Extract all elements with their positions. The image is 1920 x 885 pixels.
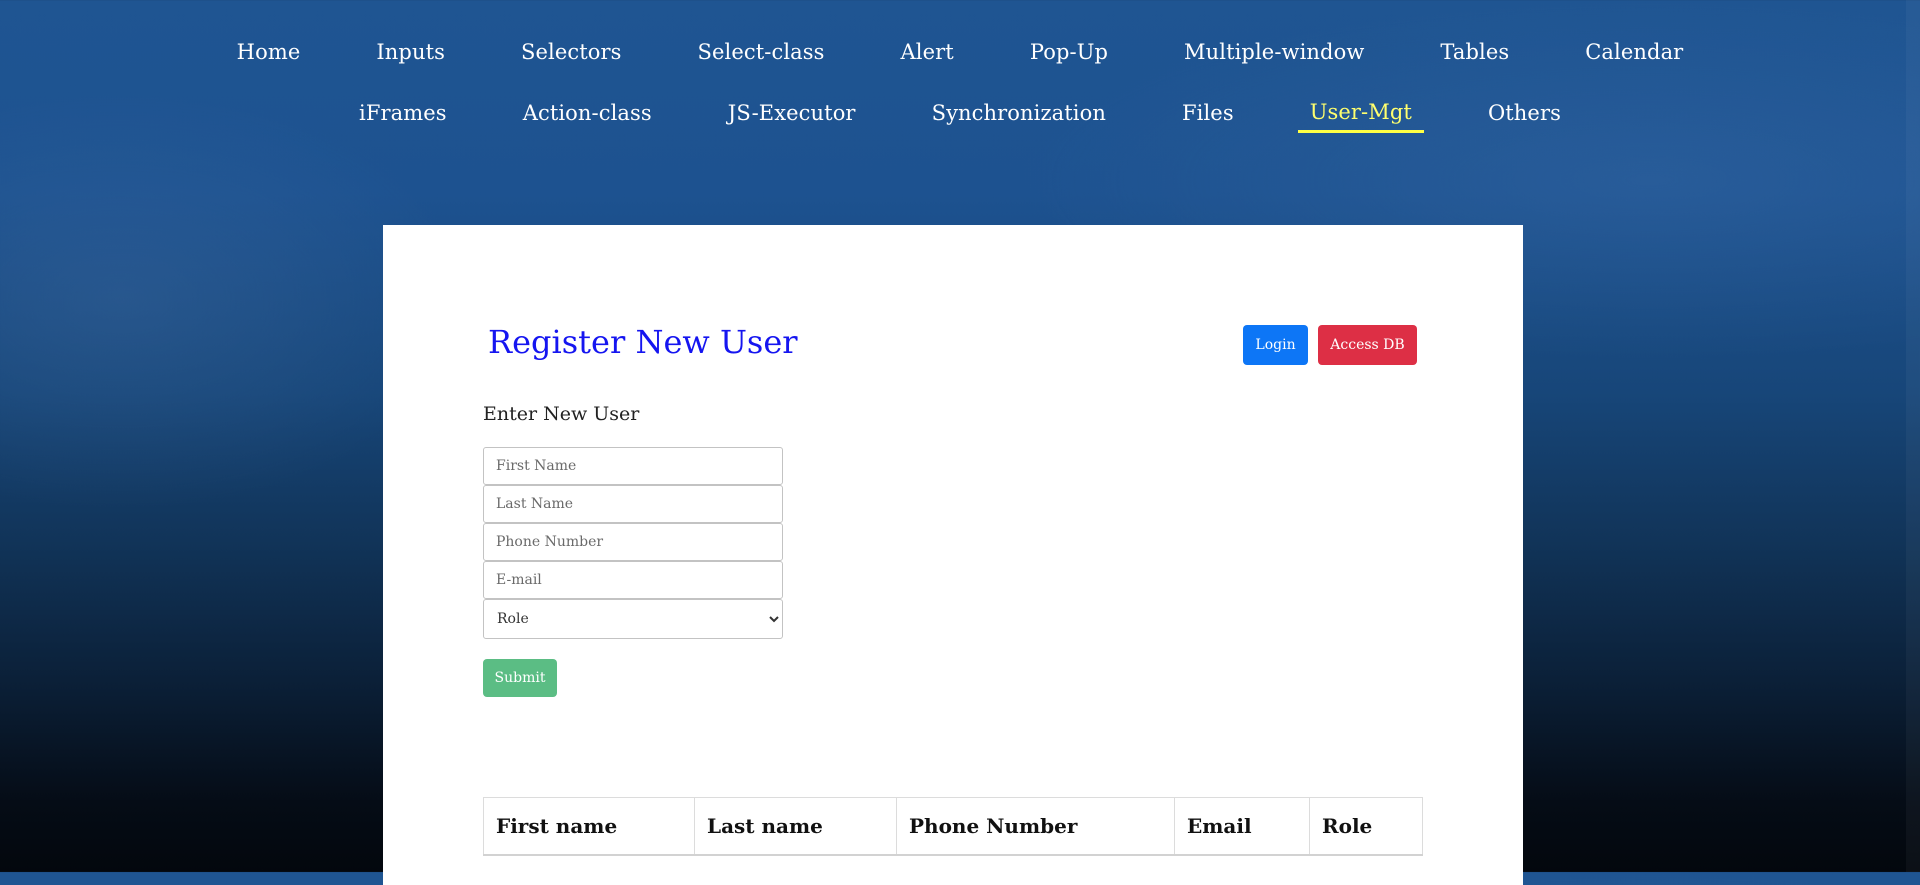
column-header-first-name: First name (483, 797, 695, 856)
access-db-button[interactable]: Access DB (1318, 325, 1417, 365)
column-header-last-name: Last name (694, 797, 897, 856)
page-title: Register New User (488, 323, 798, 361)
nav-others[interactable]: Others (1476, 101, 1573, 133)
column-header-role: Role (1309, 797, 1423, 856)
form-subheading: Enter New User (483, 403, 640, 425)
main-panel: Register New User Login Access DB Enter … (383, 225, 1523, 885)
nav-iframes[interactable]: iFrames (347, 101, 459, 133)
nav-js-executor[interactable]: JS-Executor (716, 101, 868, 133)
nav-inputs[interactable]: Inputs (364, 40, 457, 72)
page-scrollbar[interactable] (1906, 0, 1920, 872)
email-field[interactable] (483, 561, 783, 599)
nav-row-secondary: iFrames Action-class JS-Executor Synchro… (0, 100, 1920, 133)
submit-button[interactable]: Submit (483, 659, 557, 697)
nav-select-class[interactable]: Select-class (686, 40, 837, 72)
nav-pop-up[interactable]: Pop-Up (1018, 40, 1120, 72)
nav-selectors[interactable]: Selectors (509, 40, 634, 72)
nav-files[interactable]: Files (1170, 101, 1246, 133)
nav-user-mgt[interactable]: User-Mgt (1297, 100, 1424, 133)
role-select[interactable]: Role (483, 599, 783, 639)
column-header-phone-number: Phone Number (896, 797, 1175, 856)
nav-action-class[interactable]: Action-class (511, 101, 664, 133)
nav-home[interactable]: Home (225, 40, 313, 72)
nav-synchronization[interactable]: Synchronization (920, 101, 1118, 133)
last-name-field[interactable] (483, 485, 783, 523)
register-user-form: Role (483, 447, 783, 639)
nav-alert[interactable]: Alert (889, 40, 966, 72)
first-name-field[interactable] (483, 447, 783, 485)
column-header-email: Email (1174, 797, 1310, 856)
users-table: First name Last name Phone Number Email … (483, 797, 1423, 856)
nav-tables[interactable]: Tables (1428, 40, 1521, 72)
table-header-row: First name Last name Phone Number Email … (483, 797, 1423, 856)
nav-multiple-window[interactable]: Multiple-window (1172, 40, 1376, 72)
phone-number-field[interactable] (483, 523, 783, 561)
nav-row-primary: Home Inputs Selectors Select-class Alert… (0, 40, 1920, 72)
login-button[interactable]: Login (1243, 325, 1308, 365)
nav-calendar[interactable]: Calendar (1573, 40, 1695, 72)
